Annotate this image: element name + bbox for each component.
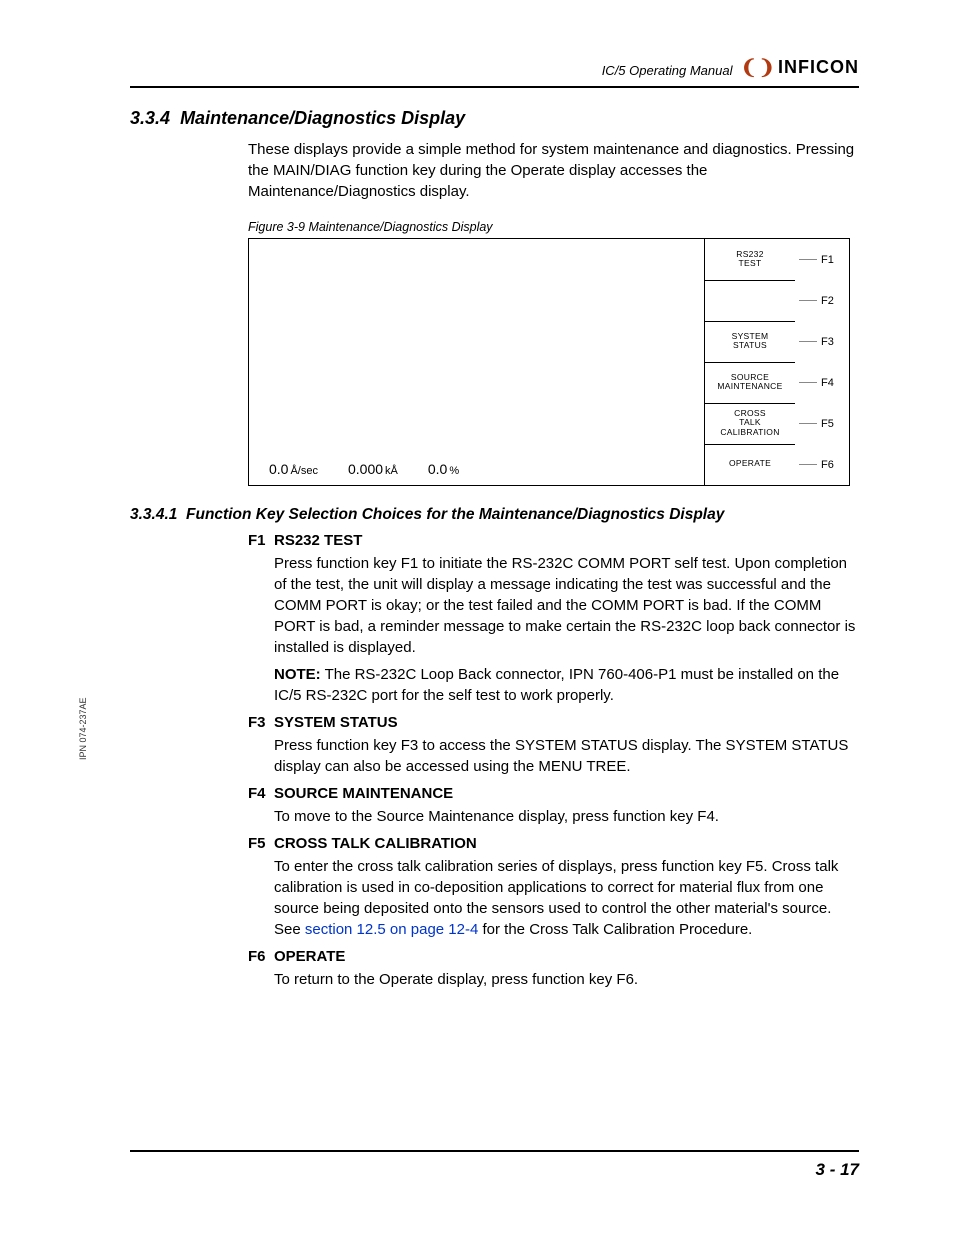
ipn-sidetext: IPN 074-237AE xyxy=(78,697,88,760)
fkey-f5[interactable]: CROSS TALK CALIBRATION F5 xyxy=(704,403,849,444)
section-heading: 3.3.4 Maintenance/Diagnostics Display xyxy=(130,108,859,129)
page-footer: 3 - 17 xyxy=(130,1150,859,1180)
fkey-f6[interactable]: OPERATE F6 xyxy=(704,444,849,485)
fkey-f2[interactable]: F2 xyxy=(704,280,849,321)
logo-icon: ❨❩ xyxy=(740,55,776,80)
fkey-f4[interactable]: SOURCE MAINTENANCE F4 xyxy=(704,362,849,403)
figure-diagnostics-display: 0.0Å/sec 0.000kÅ 0.0% RS232 TEST F1 F2 xyxy=(248,238,850,486)
thickness-readout: 0.000kÅ xyxy=(348,461,398,477)
fkey-desc-f6: F6OPERATE To return to the Operate displ… xyxy=(248,948,859,990)
figure-left-panel: 0.0Å/sec 0.000kÅ 0.0% xyxy=(249,239,704,485)
fkey-desc-f4: F4SOURCE MAINTENANCE To move to the Sour… xyxy=(248,785,859,827)
page-header: IC/5 Operating Manual ❨❩ INFICON xyxy=(130,55,859,88)
subsection-heading: 3.3.4.1 Function Key Selection Choices f… xyxy=(130,506,859,524)
cross-ref-link[interactable]: section 12.5 on page 12-4 xyxy=(305,921,478,938)
page-number: 3 - 17 xyxy=(816,1160,859,1179)
note-rs232: NOTE: The RS-232C Loop Back connector, I… xyxy=(274,664,859,706)
percent-readout: 0.0% xyxy=(428,461,459,477)
manual-title: IC/5 Operating Manual xyxy=(602,63,733,80)
fkey-f3[interactable]: SYSTEM STATUS F3 xyxy=(704,321,849,362)
fkey-desc-f3: F3SYSTEM STATUS Press function key F3 to… xyxy=(248,714,859,777)
fkey-column: RS232 TEST F1 F2 SYSTEM STATUS F3 SOURCE… xyxy=(704,239,849,485)
brand-name: INFICON xyxy=(778,57,859,78)
fkey-f1[interactable]: RS232 TEST F1 xyxy=(704,239,849,280)
figure-caption: Figure 3-9 Maintenance/Diagnostics Displ… xyxy=(248,220,859,234)
fkey-desc-f1: F1RS232 TEST Press function key F1 to in… xyxy=(248,532,859,706)
status-readout: 0.0Å/sec 0.000kÅ 0.0% xyxy=(249,453,704,485)
fkey-desc-f5: F5CROSS TALK CALIBRATION To enter the cr… xyxy=(248,835,859,940)
section-intro: These displays provide a simple method f… xyxy=(248,139,859,202)
brand-logo: ❨❩ INFICON xyxy=(740,55,859,80)
rate-readout: 0.0Å/sec xyxy=(269,461,318,477)
